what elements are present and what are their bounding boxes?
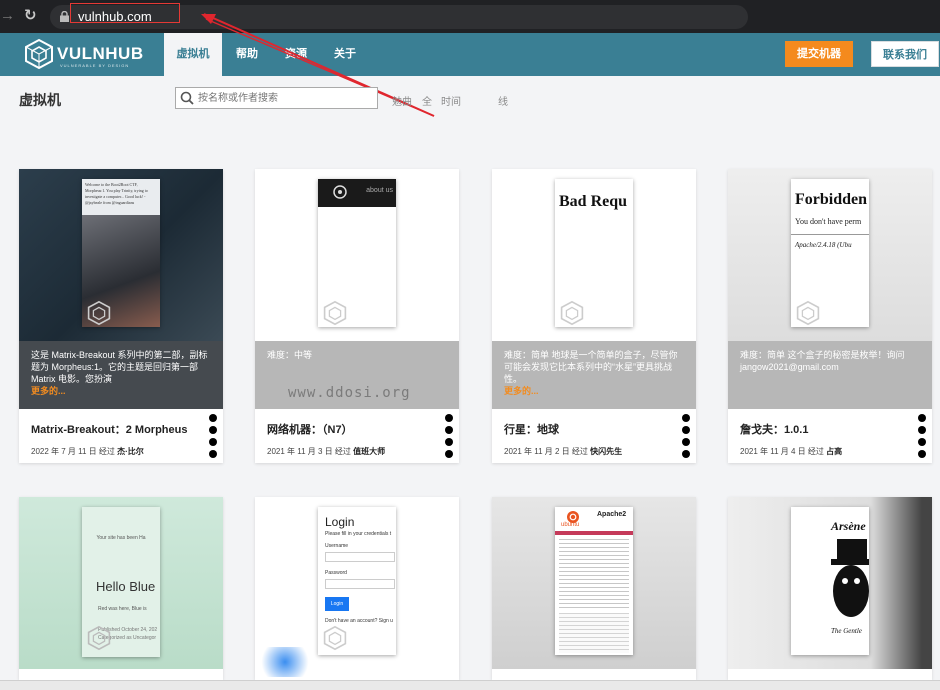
screenshot-text-4: Password [325, 570, 347, 576]
screenshot-text: Forbidden [795, 191, 868, 208]
machine-card[interactable]: Forbidden You don't have perm Apache/2.4… [728, 169, 932, 463]
card-description-text: 难度：中等 [267, 350, 313, 360]
card-thumbnail: Your site has been Ha Hello Blue Red was… [19, 497, 223, 669]
screenshot-text: Login [325, 515, 355, 529]
card-meta: 2022 年 7 月 11 日 经过 杰·比尔 [31, 446, 144, 457]
card-date: 2021 年 11 月 2 日 经过 [504, 447, 588, 456]
screenshot-text: Apache2 [597, 511, 627, 518]
card-title[interactable]: 网络机器：（N7） [267, 421, 353, 437]
card-author[interactable]: 值班大师 [353, 447, 385, 456]
card-title[interactable]: 行星：地球 [504, 421, 559, 437]
search-box[interactable] [175, 87, 378, 109]
card-author[interactable]: 占高 [826, 447, 842, 456]
screenshot-text-3: Red was here, Blue is [98, 606, 147, 612]
machine-card[interactable]: ubuntu Apache2 [492, 497, 696, 680]
card-menu[interactable] [682, 414, 690, 462]
card-thumbnail: Forbidden You don't have perm Apache/2.4… [728, 169, 932, 341]
card-thumbnail: Welcome to the Boot2Root CTF, Morpheus:1… [19, 169, 223, 341]
card-thumbnail: Bad Requ [492, 169, 696, 341]
vulnhub-watermark-icon [87, 300, 111, 326]
card-title[interactable]: 詹戈夫：1.0.1 [740, 421, 808, 437]
biohazard-icon [333, 185, 347, 199]
filter-option-1[interactable]: 勉曲 [392, 93, 412, 108]
card-menu[interactable] [445, 414, 453, 462]
filter-option-all[interactable]: 全 [422, 93, 432, 108]
search-icon [180, 91, 194, 105]
page-title: 虚拟机 [19, 92, 61, 108]
machine-card[interactable]: about us 难度：中等 网络机器：（N7） 2021 年 11 月 3 日… [255, 169, 459, 463]
card-thumbnail: ubuntu Apache2 [492, 497, 696, 669]
card-menu[interactable] [918, 414, 926, 462]
card-date: 2021 年 11 月 4 日 经过 [740, 447, 824, 456]
card-author[interactable]: 杰·比尔 [117, 447, 144, 456]
screenshot-text-3: Username [325, 543, 349, 549]
machine-card[interactable]: Welcome to the Boot2Root CTF, Morpheus:1… [19, 169, 223, 463]
card-description: 难度：简单 地球是一个简单的盒子，尽管你可能会发现它比本系列中的“水星”更具挑战… [492, 341, 696, 409]
machine-card[interactable]: Arsène The Gentle [728, 497, 932, 680]
card-meta: 2021 年 11 月 4 日 经过 占高 [740, 446, 842, 457]
vulnhub-watermark-icon [796, 300, 820, 326]
card-description-text: 难度：简单 地球是一个简单的盒子，尽管你可能会发现它比本系列中的“水星”更具挑战… [504, 350, 678, 384]
search-input[interactable] [198, 90, 374, 106]
screenshot-text: Bad Requ [559, 193, 628, 210]
screenshot-login-button: Login [325, 597, 349, 611]
screenshot-text: Arsène [831, 519, 866, 533]
screenshot-text: Hello Blue [96, 579, 156, 594]
card-author[interactable]: 快闪先生 [590, 447, 622, 456]
card-description-text: 这是 Matrix-Breakout 系列中的第二部，副标题为 Morpheus… [31, 350, 208, 384]
card-screenshot: Arsène The Gentle [791, 507, 869, 655]
top-hat-figure-icon [831, 539, 869, 617]
card-title[interactable]: Matrix-Breakout：2 Morpheus [31, 421, 187, 437]
vulnhub-watermark-icon [323, 300, 347, 326]
more-link[interactable]: 更多的... [31, 385, 211, 397]
card-menu[interactable] [209, 414, 217, 462]
card-thumbnail: Arsène The Gentle [728, 497, 932, 669]
taskbar [0, 680, 940, 690]
filter-option-line[interactable]: 线 [498, 93, 508, 108]
card-description: 这是 Matrix-Breakout 系列中的第二部，副标题为 Morpheus… [19, 341, 223, 409]
annotation-arrow [201, 13, 435, 117]
screenshot-text-2: You don't have perm [795, 217, 862, 226]
vulnhub-watermark-icon [323, 625, 347, 651]
vulnhub-watermark-icon [560, 300, 584, 326]
card-meta: 2021 年 11 月 2 日 经过 快闪先生 [504, 446, 622, 457]
screenshot-text-2: Your site has been Ha [96, 535, 146, 541]
screenshot-text-3: Apache/2.4.18 (Ubu [795, 241, 852, 249]
card-description-text: 难度：简单 这个盒子的秘密是枚举！询问 jangow2021@gmail.com [740, 350, 905, 372]
card-description: 难度：简单 这个盒子的秘密是枚举！询问 jangow2021@gmail.com [728, 341, 932, 409]
screenshot-text-2: Please fill in your credentials t [325, 531, 392, 537]
machine-card[interactable]: Bad Requ 难度：简单 地球是一个简单的盒子，尽管你可能会发现它比本系列中… [492, 169, 696, 463]
card-date: 2022 年 7 月 11 日 经过 [31, 447, 115, 456]
machine-card[interactable]: Login Please fill in your credentials t … [255, 497, 459, 680]
filter-option-time[interactable]: 时间 [441, 93, 461, 108]
machine-card[interactable]: Your site has been Ha Hello Blue Red was… [19, 497, 223, 680]
card-meta: 2021 年 11 月 3 日 经过 值班大师 [267, 446, 385, 457]
watermark-text: www.ddosi.org [288, 385, 411, 401]
screenshot-text-6: Don't have an account? Sign u [325, 618, 393, 624]
more-link[interactable]: 更多的... [504, 385, 684, 397]
screenshot-text: about us [318, 179, 396, 207]
card-screenshot: ubuntu Apache2 [555, 507, 633, 655]
card-thumbnail: about us [255, 169, 459, 341]
blur-blob [255, 647, 315, 677]
screenshot-text-2: ubuntu [561, 522, 580, 528]
screenshot-text-2: The Gentle [831, 627, 862, 635]
card-date: 2021 年 11 月 3 日 经过 [267, 447, 351, 456]
card-thumbnail: Login Please fill in your credentials t … [255, 497, 459, 669]
screenshot-text: Welcome to the Boot2Root CTF, Morpheus:1… [85, 182, 148, 205]
vulnhub-watermark-icon [87, 625, 111, 651]
